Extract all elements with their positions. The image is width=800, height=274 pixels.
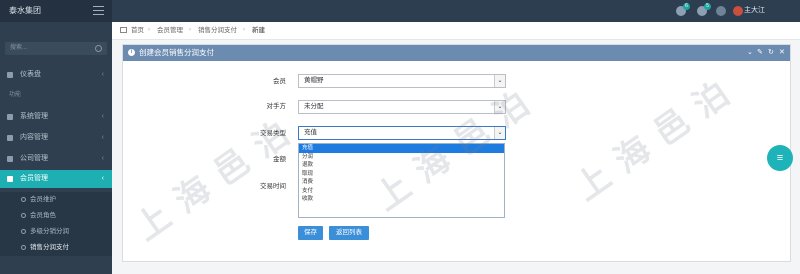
transaction-type-dropdown: 充值 分润 退款 取现 消费 支付 收款 [298, 143, 505, 218]
chevron-down-icon[interactable]: ⌄ [494, 101, 505, 113]
transaction-type-label: 交易类型 [260, 130, 286, 137]
sidebar-subitem-member-maintain[interactable]: 会员维护 [0, 192, 112, 208]
dropdown-option[interactable]: 分润 [299, 153, 504, 162]
sidebar-more [0, 258, 112, 274]
transaction-time-label: 交易时间 [260, 183, 286, 190]
collapse-icon[interactable]: ⌄ [747, 45, 753, 61]
sidebar-item-company[interactable]: 公司管理 ‹ [0, 150, 112, 168]
amount-label: 金额 [273, 156, 286, 163]
sidebar-item-members[interactable]: 会员管理 ‹ [0, 170, 112, 188]
sidebar-subitem-multilevel-share[interactable]: 多级分销分润 [0, 224, 112, 240]
search-placeholder: 搜索... [10, 45, 28, 51]
wrench-icon[interactable]: ✎ [757, 45, 763, 61]
sidebar-item-content[interactable]: 内容管理 ‹ [0, 129, 112, 147]
member-label: 会员 [273, 78, 286, 85]
dropdown-option[interactable]: 退款 [299, 161, 504, 170]
counterparty-select[interactable]: 未分配 ⌄ [298, 100, 506, 114]
close-icon[interactable]: ✕ [779, 45, 785, 61]
info-icon: i [128, 49, 135, 56]
chevron-left-icon: ‹ [101, 71, 104, 78]
member-select-value: 黄帽野 [304, 77, 324, 84]
breadcrumb: 首页 › 会员管理 › 销售分润支付 › 新建 [112, 22, 800, 40]
user-icon [21, 213, 26, 218]
menu-fab-icon[interactable]: ≡ [767, 145, 793, 171]
chevron-left-icon: ‹ [101, 134, 104, 141]
top-bar: 泰水集团 6 5 主大江 [0, 0, 800, 22]
menu-toggle-icon[interactable] [93, 6, 104, 15]
sidebar-subitem-label: 销售分润支付 [30, 244, 69, 251]
chevron-left-icon: ‹ [101, 155, 104, 162]
sidebar-item-system[interactable]: 系统管理 ‹ [0, 108, 112, 126]
dropdown-option[interactable]: 收款 [299, 195, 504, 204]
flag-icon[interactable] [716, 6, 726, 16]
dropdown-option[interactable]: 充值 [299, 144, 504, 153]
breadcrumb-current: 新建 [252, 27, 265, 34]
user-name[interactable]: 主大江 [744, 0, 765, 22]
message-icon[interactable]: 6 [676, 3, 690, 16]
dashboard-icon [7, 72, 13, 78]
diamond-icon [7, 176, 13, 182]
sidebar-subitem-label: 多级分销分润 [30, 228, 69, 235]
user-icon [21, 229, 26, 234]
counterparty-label: 对手方 [266, 103, 287, 110]
sidebar-item-label: 系统管理 [20, 113, 48, 120]
sidebar-item-label: 内容管理 [20, 134, 48, 141]
breadcrumb-members[interactable]: 会员管理 [157, 22, 183, 39]
sidebar-section-header: 功能 [0, 86, 112, 104]
member-select[interactable]: 黄帽野 ⌄ [298, 74, 506, 88]
save-button[interactable]: 保存 [298, 226, 323, 240]
back-to-list-button[interactable]: 返回列表 [329, 226, 369, 240]
sidebar-item-dashboard[interactable]: 仪表盘 ‹ [0, 66, 112, 84]
panel-title: 创建会员销售分润支付 [139, 48, 214, 57]
transaction-type-select-value: 充值 [304, 129, 317, 136]
sidebar-subitem-sales-share-payment[interactable]: 销售分润支付 [0, 240, 112, 256]
chevron-down-icon: ‹ [101, 175, 104, 182]
search-icon[interactable] [95, 45, 102, 52]
breadcrumb-separator: › [243, 27, 245, 33]
avatar[interactable] [733, 6, 743, 16]
file-icon [7, 135, 13, 141]
notification-icon[interactable]: 5 [697, 3, 711, 16]
dropdown-option[interactable]: 支付 [299, 187, 504, 196]
sidebar: 搜索... 仪表盘 ‹ 功能 系统管理 ‹ 内容管理 ‹ 公司管理 ‹ 会员管理… [0, 22, 112, 274]
breadcrumb-sales-share[interactable]: 销售分润支付 [198, 22, 237, 39]
sidebar-subitem-label: 会员维护 [30, 196, 56, 203]
dropdown-option[interactable]: 消费 [299, 178, 504, 187]
breadcrumb-separator: › [189, 27, 191, 33]
sidebar-item-label: 公司管理 [20, 155, 48, 162]
home-icon [120, 27, 127, 33]
sidebar-item-label: 会员管理 [20, 175, 48, 182]
chevron-left-icon: ‹ [101, 113, 104, 120]
dropdown-option[interactable]: 取现 [299, 170, 504, 179]
sidebar-search-input[interactable]: 搜索... [5, 42, 107, 55]
sidebar-subitem-label: 会员角色 [30, 212, 56, 219]
gear-icon [7, 114, 13, 120]
counterparty-select-value: 未分配 [304, 103, 324, 110]
notification-badge: 5 [704, 3, 711, 10]
breadcrumb-separator: › [148, 27, 150, 33]
message-badge: 6 [683, 3, 690, 10]
sidebar-subitem-member-role[interactable]: 会员角色 [0, 208, 112, 224]
breadcrumb-home[interactable]: 首页 [131, 22, 144, 39]
share-icon [21, 245, 26, 250]
building-icon [7, 156, 13, 162]
chevron-down-icon[interactable]: ⌄ [494, 75, 505, 87]
chevron-down-icon[interactable]: ⌄ [494, 127, 505, 139]
panel-header: i 创建会员销售分润支付 ⌄ ✎ ↻ ✕ [123, 45, 790, 61]
refresh-icon[interactable]: ↻ [768, 45, 774, 61]
section-label: 功能 [9, 92, 22, 98]
sidebar-item-label: 仪表盘 [20, 71, 41, 78]
heart-icon [21, 197, 26, 202]
transaction-type-select[interactable]: 充值 ⌄ [298, 126, 506, 140]
